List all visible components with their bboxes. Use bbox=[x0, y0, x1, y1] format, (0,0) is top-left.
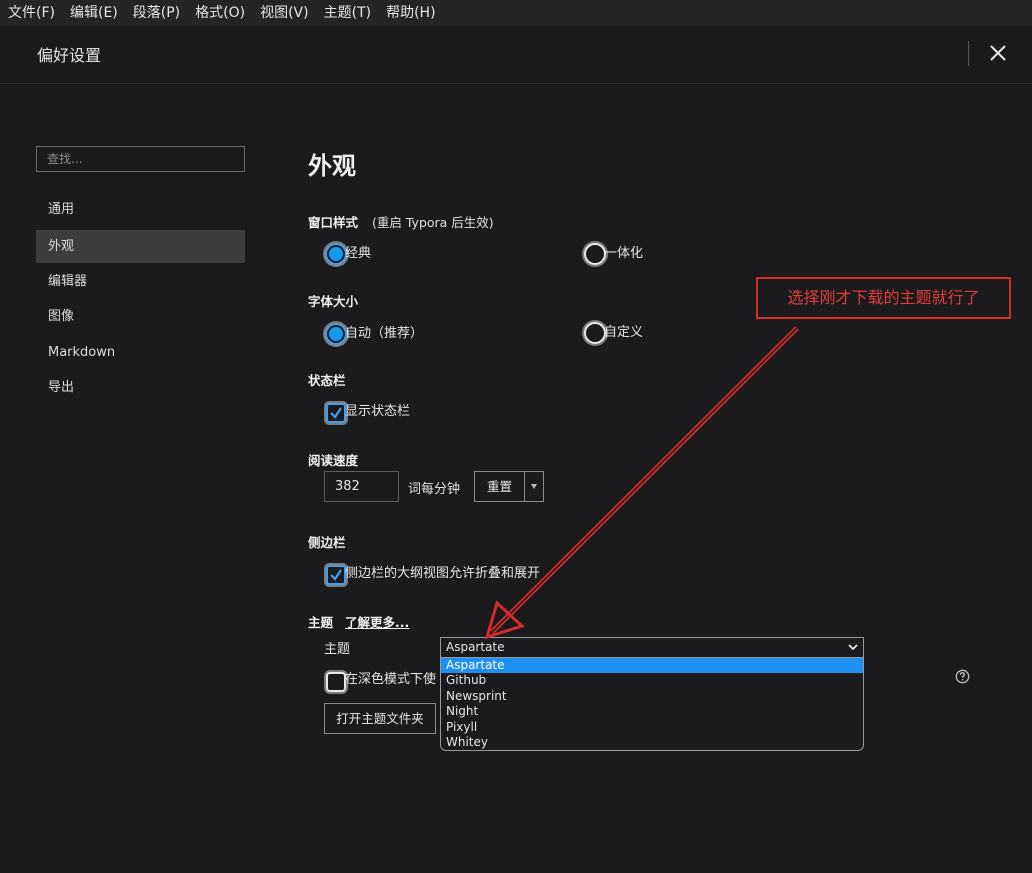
reset-dropdown-button[interactable] bbox=[524, 471, 544, 502]
checkbox-outline-collapse[interactable] bbox=[326, 565, 346, 585]
window-style-label: 窗口样式 (重启 Typora 后生效) bbox=[308, 212, 494, 231]
radio-classic-label: 经典 bbox=[345, 246, 372, 261]
theme-option-pixyll[interactable]: Pixyll bbox=[441, 720, 863, 735]
status-bar-label: 状态栏 bbox=[308, 373, 346, 388]
radio-font-custom-label: 自定义 bbox=[604, 325, 644, 340]
section-title: 外观 bbox=[308, 152, 356, 180]
font-size-label: 字体大小 bbox=[308, 294, 359, 309]
radio-classic[interactable] bbox=[325, 243, 347, 265]
sidebar-item-markdown[interactable]: Markdown bbox=[36, 336, 245, 369]
checkbox-dark-mode-theme-label: 在深色模式下使 bbox=[345, 672, 437, 687]
sidebar-item-export[interactable]: 导出 bbox=[36, 371, 245, 404]
theme-field-label: 主题 bbox=[324, 642, 351, 657]
checkbox-show-status-bar[interactable] bbox=[326, 403, 346, 423]
window-style-title: 窗口样式 bbox=[308, 215, 359, 230]
chevron-down-icon bbox=[848, 644, 858, 651]
checkbox-dark-mode-theme[interactable] bbox=[326, 672, 346, 692]
close-icon bbox=[990, 45, 1006, 61]
radio-unified[interactable] bbox=[584, 243, 606, 265]
help-button[interactable] bbox=[955, 669, 970, 684]
annotation-callout: 选择刚才下载的主题就行了 bbox=[756, 277, 1011, 319]
page-title: 偏好设置 bbox=[37, 46, 102, 65]
menu-theme[interactable]: 主题(T) bbox=[324, 0, 371, 26]
radio-font-custom[interactable] bbox=[584, 322, 606, 344]
menu-paragraph[interactable]: 段落(P) bbox=[133, 0, 180, 26]
search-input[interactable] bbox=[36, 146, 245, 172]
theme-select[interactable]: Aspartate bbox=[440, 637, 864, 658]
checkbox-outline-collapse-label: 侧边栏的大纲视图允许折叠和展开 bbox=[345, 566, 541, 581]
reading-speed-label: 阅读速度 bbox=[308, 453, 359, 468]
open-theme-folder-button[interactable]: 打开主题文件夹 bbox=[324, 703, 436, 734]
header-divider bbox=[968, 41, 969, 66]
learn-more-link[interactable]: 了解更多... bbox=[345, 615, 409, 630]
reading-speed-unit: 词每分钟 bbox=[408, 482, 461, 497]
radio-font-auto-label: 自动（推荐） bbox=[345, 326, 424, 341]
window-style-note: (重启 Typora 后生效) bbox=[372, 215, 494, 230]
menu-format[interactable]: 格式(O) bbox=[195, 0, 245, 26]
checkbox-show-status-bar-label: 显示状态栏 bbox=[345, 404, 411, 419]
radio-unified-label: 一体化 bbox=[604, 246, 644, 261]
menu-file[interactable]: 文件(F) bbox=[8, 0, 55, 26]
theme-option-night[interactable]: Night bbox=[441, 704, 863, 719]
sidebar-item-general[interactable]: 通用 bbox=[36, 193, 245, 226]
theme-select-value: Aspartate bbox=[446, 640, 505, 654]
sidebar-item-appearance[interactable]: 外观 bbox=[36, 230, 245, 263]
menu-view[interactable]: 视图(V) bbox=[260, 0, 309, 26]
sidebar-item-image[interactable]: 图像 bbox=[36, 300, 245, 333]
reset-button[interactable]: 重置 bbox=[474, 471, 525, 502]
reading-speed-input[interactable] bbox=[324, 471, 399, 502]
theme-option-github[interactable]: Github bbox=[441, 673, 863, 688]
theme-dropdown-list: Aspartate Github Newsprint Night Pixyll … bbox=[440, 658, 864, 751]
theme-option-aspartate[interactable]: Aspartate bbox=[441, 658, 863, 674]
theme-option-newsprint[interactable]: Newsprint bbox=[441, 689, 863, 704]
sidebar-item-editor[interactable]: 编辑器 bbox=[36, 265, 245, 298]
close-button[interactable] bbox=[986, 41, 1010, 65]
check-icon bbox=[330, 407, 342, 419]
check-icon bbox=[330, 569, 342, 581]
sidebar-section-label: 侧边栏 bbox=[308, 535, 346, 550]
menu-edit[interactable]: 编辑(E) bbox=[70, 0, 118, 26]
help-circle-icon bbox=[955, 669, 970, 684]
radio-font-auto[interactable] bbox=[325, 323, 347, 345]
menu-help[interactable]: 帮助(H) bbox=[386, 0, 435, 26]
theme-option-whitey[interactable]: Whitey bbox=[441, 735, 863, 750]
preferences-header: 偏好设置 bbox=[0, 26, 1032, 84]
triangle-down-icon bbox=[531, 484, 537, 489]
theme-title: 主题 bbox=[308, 615, 334, 630]
menu-bar: 文件(F) 编辑(E) 段落(P) 格式(O) 视图(V) 主题(T) 帮助(H… bbox=[0, 0, 1032, 26]
theme-section-label: 主题 了解更多... bbox=[308, 612, 409, 631]
